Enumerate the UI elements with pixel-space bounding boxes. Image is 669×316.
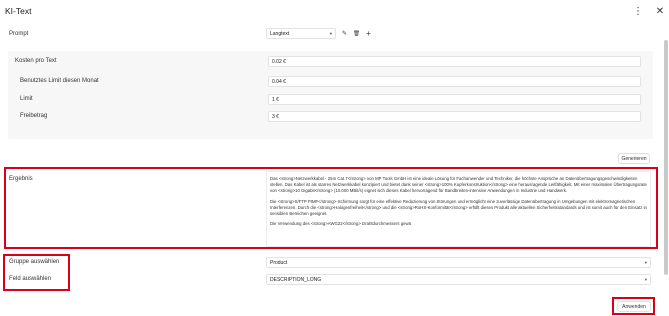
dialog-header: KI-Text ⋮ ✕ xyxy=(0,0,669,22)
field-select[interactable]: DESCRIPTION_LONG ▾ xyxy=(266,274,651,285)
result-highlight xyxy=(4,167,658,249)
field-select-value: DESCRIPTION_LONG xyxy=(270,276,322,283)
limit-label: Limit xyxy=(20,96,33,102)
add-icon[interactable]: + xyxy=(364,29,373,38)
prompt-select-value: Langtext xyxy=(270,30,290,37)
ki-text-dialog: KI-Text ⋮ ✕ Prompt Langtext ▾ ✎ 🗑 + Kost… xyxy=(0,0,669,316)
used-limit-value: 0.04 € xyxy=(272,78,286,85)
group-chevron-down-icon: ▾ xyxy=(644,259,647,265)
prompt-select[interactable]: Langtext ▾ xyxy=(266,28,336,39)
scrollbar[interactable] xyxy=(664,40,668,275)
delete-icon[interactable]: 🗑 xyxy=(352,29,361,38)
dialog-title: KI-Text xyxy=(5,6,32,16)
close-icon[interactable]: ✕ xyxy=(653,4,667,18)
limit-value: 1 € xyxy=(272,96,279,103)
free-amount-value: 3 € xyxy=(272,113,279,120)
generate-button[interactable]: Generieren xyxy=(618,153,650,164)
more-options-icon[interactable]: ⋮ xyxy=(631,4,645,18)
prompt-label: Prompt xyxy=(9,31,29,37)
free-amount-field: 3 € xyxy=(268,111,641,122)
cost-per-text-value: 0.02 € xyxy=(272,58,286,65)
group-select[interactable]: Product ▾ xyxy=(266,257,651,268)
free-amount-label: Freibetrag xyxy=(20,113,48,119)
selection-highlight xyxy=(3,254,70,291)
chevron-down-icon: ▾ xyxy=(329,30,332,36)
limit-field: 1 € xyxy=(268,94,641,105)
used-limit-label: Benutztes Limit diesen Monat xyxy=(20,78,99,84)
field-chevron-down-icon: ▾ xyxy=(644,276,647,282)
cost-per-text-field: 0.02 € xyxy=(268,56,641,67)
edit-icon[interactable]: ✎ xyxy=(340,29,349,38)
used-limit-field: 0.04 € xyxy=(268,76,641,87)
cost-per-text-label: Kosten pro Text xyxy=(15,58,57,64)
apply-highlight xyxy=(612,297,655,315)
group-select-value: Product xyxy=(270,259,288,266)
